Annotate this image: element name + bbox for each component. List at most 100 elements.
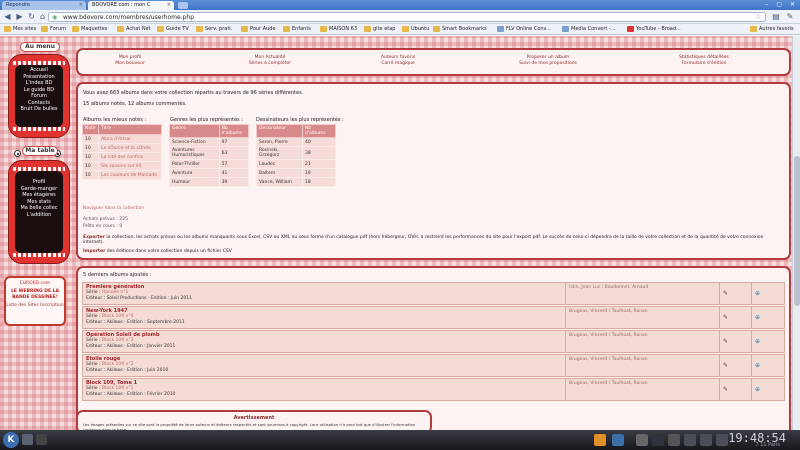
package-icon[interactable] — [594, 434, 606, 446]
album-editor: Editeur : Soleil Productions - Edition :… — [86, 296, 193, 301]
volume-icon[interactable] — [652, 434, 664, 446]
export-text[interactable]: la collection, les achats prévus ou les … — [83, 235, 763, 245]
bookmark-folder[interactable]: Forum — [41, 26, 66, 32]
bookmark-folder[interactable]: Enfants — [283, 26, 311, 32]
updates-icon[interactable] — [684, 434, 696, 446]
info-icon[interactable]: ⊕ — [755, 338, 760, 345]
info-icon[interactable]: ⊕ — [755, 314, 760, 321]
nav-auteurs[interactable]: Auteurs favoris Carré magique — [348, 55, 448, 67]
album-authors[interactable]: Istin, Jean Luc / Boudonnet, Arnaud — [569, 285, 648, 290]
list-item: Première génération Série : Hanelle n°1 … — [82, 282, 785, 305]
table-row: Polar-Thriller 57 — [169, 159, 250, 169]
new-tab-button[interactable] — [178, 2, 188, 9]
collection-summary: Vous avez 663 albums dans votre collecti… — [83, 90, 304, 96]
album-authors[interactable]: Brugeas, Vincent / Toulhoat, Ronan — [569, 333, 648, 338]
bookmark-folder[interactable]: Serv. prati. — [196, 26, 232, 32]
table-row: 10 Akira d'Aitsal — [81, 134, 162, 144]
vm-icon[interactable] — [612, 434, 624, 446]
window-controls[interactable]: ‒ ▢ ✕ — [765, 1, 798, 8]
edit-icon[interactable]: ✎ — [723, 290, 728, 297]
tray-icon[interactable] — [716, 434, 728, 446]
battery-icon[interactable] — [668, 434, 680, 446]
prets-en-cours[interactable]: Prêts en cours : 0 — [83, 224, 122, 229]
import-text[interactable]: des éditions dans votre collection depui… — [107, 249, 232, 254]
nav-statistiques[interactable]: Statistiques détaillées Formulaire d'édit… — [654, 55, 754, 67]
bookmark-star-icon[interactable]: ☆ — [755, 13, 761, 21]
webring-promo[interactable]: EURO6D.com LE WEBRING DE LA BANDE DESSIN… — [4, 276, 66, 326]
page-icon — [562, 26, 569, 32]
info-icon[interactable]: ⊕ — [755, 386, 760, 393]
menu-item-bruit-de-bulles[interactable]: Bruit De bulles — [15, 106, 63, 113]
tab-repondre[interactable]: Répondre × — [2, 1, 86, 10]
tab-label: BDOVORE.com : mon C — [92, 2, 151, 8]
nav-actualite[interactable]: Mon Actualité Séries à compléter — [220, 55, 320, 67]
menu-monster: Accueil Présentation L'index BD Le guide… — [8, 54, 70, 138]
divider — [565, 283, 566, 304]
kde-launcher-icon[interactable]: K — [3, 432, 19, 448]
forward-icon[interactable]: ▶ — [14, 12, 25, 22]
promo-site[interactable]: EURO6D.com — [6, 281, 64, 286]
bookmark-folder[interactable]: Maquettes — [72, 26, 107, 32]
table-item-belle-collec[interactable]: Ma belle collec — [15, 205, 63, 212]
divider — [719, 355, 720, 376]
bookmark-folder[interactable]: MAISON 63 — [320, 26, 357, 32]
page-content: Au menu Accueil Présentation L'index BD … — [0, 36, 800, 430]
divider — [751, 331, 752, 352]
edit-icon[interactable]: ✎ — [723, 338, 728, 345]
info-icon[interactable]: ⊕ — [755, 290, 760, 297]
bookmark-folder[interactable]: Smart Bookmarks — [433, 26, 487, 32]
bookmark-folder[interactable]: Ubuntu — [402, 26, 429, 32]
divider — [565, 355, 566, 376]
folder-icon — [72, 26, 79, 32]
close-tab-icon[interactable]: × — [167, 2, 171, 8]
table-item-etageres[interactable]: Mes étagères — [15, 192, 63, 199]
bookmark-folder[interactable]: Achat Net — [117, 26, 151, 32]
user-nav-box: Mon profil Mon bouvour Mon Actualité Série… — [76, 48, 791, 76]
folder-icon — [402, 26, 409, 32]
bookmark-folder[interactable]: Pour Aude — [241, 26, 276, 32]
promo-links[interactable]: Liste des Sites Inscription — [6, 303, 64, 309]
info-icon[interactable]: ⊕ — [755, 362, 760, 369]
album-authors[interactable]: Brugeas, Vincent / Toulhoat, Ronan — [569, 381, 648, 386]
navigate-link[interactable]: Naviguer dans la collection — [83, 206, 144, 211]
terminal-icon[interactable] — [36, 434, 47, 445]
edit-icon[interactable]: ✎ — [723, 314, 728, 321]
close-tab-icon[interactable]: × — [79, 2, 83, 8]
bookmark-folder[interactable]: gite etap — [364, 26, 395, 32]
bookmark-link[interactable]: FLV Online Conv... — [497, 26, 551, 32]
bookmark-link[interactable]: YouTube - Broad... — [627, 26, 681, 32]
edit-icon[interactable]: ✎ — [723, 362, 728, 369]
achats-prevus[interactable]: Achats prévus : 225 — [83, 217, 128, 222]
clipboard-icon[interactable] — [700, 434, 712, 446]
globe-icon: ◉ — [52, 14, 58, 21]
bookmark-folder[interactable]: Guide TV — [157, 26, 189, 32]
nav-profil[interactable]: Mon profil Mon bouvour — [80, 55, 180, 67]
scrollbar-thumb[interactable] — [794, 156, 800, 306]
back-icon[interactable]: ◀ — [2, 12, 13, 22]
latest-albums-header: 5 derniers albums ajoutés : — [83, 272, 152, 278]
artists-table: Dessinateur Nb d'albums Seron, Pierre 40 R… — [255, 124, 336, 187]
list-item: Opération Soleil de plomb Série : Block … — [82, 330, 785, 353]
wrench-icon[interactable]: ✎ — [784, 12, 796, 22]
album-authors[interactable]: Brugeas, Vincent / Toulhoat, Ronan — [569, 357, 648, 362]
tab-bdovore[interactable]: BDOVORE.com : mon C × — [88, 1, 174, 10]
table-row: Vance, William 18 — [255, 177, 336, 187]
network-icon[interactable] — [636, 434, 648, 446]
nav-proposer[interactable]: Proposer un album Suivi de mes propositio… — [498, 55, 598, 67]
bookmark-link[interactable]: Media Convert -... — [562, 26, 616, 32]
desktop-icon[interactable] — [22, 434, 33, 445]
page-menu-icon[interactable]: ▤ — [771, 12, 781, 22]
other-bookmarks[interactable]: Autres favoris — [750, 26, 794, 32]
bookmarks-bar: Mes sites Forum Maquettes Achat Net Guid… — [0, 24, 800, 35]
youtube-icon — [627, 26, 634, 32]
bookmark-folder[interactable]: Mes sites — [4, 26, 36, 32]
table-item-addition[interactable]: L'addition — [15, 212, 63, 219]
divider — [719, 283, 720, 304]
reload-icon[interactable]: ↻ — [26, 12, 37, 22]
home-icon[interactable]: ⌂ — [37, 12, 48, 22]
page-scrollbar[interactable] — [792, 36, 800, 430]
address-bar[interactable]: ◉ www.bdovore.com/membres/userhome.php ☆ — [48, 12, 766, 22]
edit-icon[interactable]: ✎ — [723, 386, 728, 393]
disclaimer-title: Avertissement — [233, 415, 275, 421]
album-authors[interactable]: Brugeas, Vincent / Toulhoat, Ronan — [569, 309, 648, 314]
